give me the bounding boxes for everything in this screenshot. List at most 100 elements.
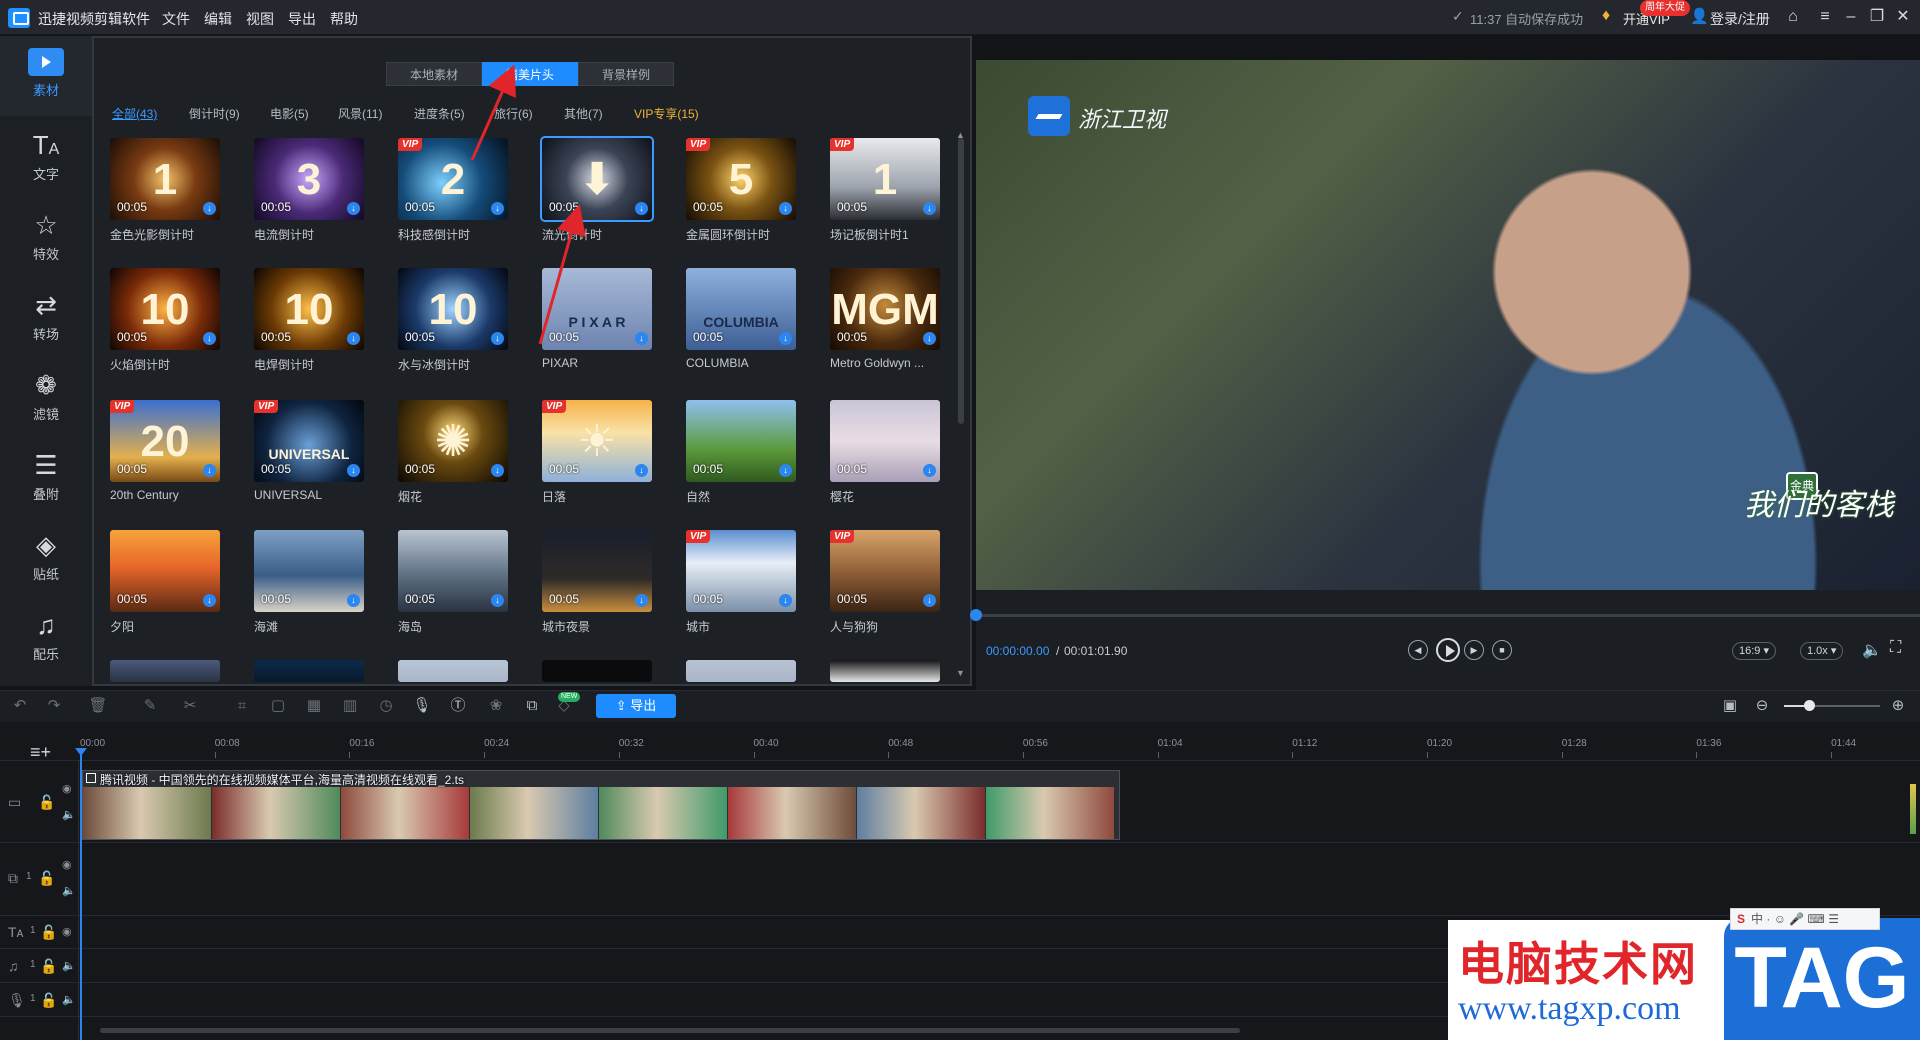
material-thumbnail[interactable]: ⬇ 00:05 ↓ [540, 136, 654, 222]
material-thumbnail[interactable]: COLUMBIA 00:05 ↓ [686, 268, 796, 350]
material-thumbnail[interactable] [398, 660, 508, 682]
crop-icon[interactable]: ⌗ [232, 696, 252, 716]
material-thumbnail[interactable]: 2 VIP 00:05 ↓ [398, 138, 508, 220]
panel-scrollbar[interactable] [958, 138, 964, 424]
scroll-up-icon[interactable]: ▲ [956, 130, 965, 140]
download-icon[interactable]: ↓ [923, 594, 936, 607]
rail-item-music[interactable]: ♫ 配乐 [0, 596, 92, 676]
fit-timeline-icon[interactable]: ▣ [1720, 696, 1740, 716]
preview-progress-bar[interactable] [976, 614, 1920, 617]
download-icon[interactable]: ↓ [347, 594, 360, 607]
undo-icon[interactable]: ↶ [10, 696, 30, 716]
home-icon[interactable]: ⌂ [1780, 5, 1806, 29]
material-thumbnail[interactable]: 00:05 ↓ [686, 400, 796, 482]
category-travel[interactable]: 旅行(6) [494, 105, 533, 122]
rail-item-overlay[interactable]: ☰ 叠附 [0, 436, 92, 516]
ime-toolbar[interactable]: S中 · ☺ 🎤 ⌨ ☰ [1730, 908, 1880, 930]
download-icon[interactable]: ↓ [347, 332, 360, 345]
material-thumbnail[interactable]: VIP 00:05 ↓ [830, 530, 940, 612]
material-thumbnail[interactable]: 00:05 ↓ [830, 400, 940, 482]
timer-icon[interactable]: ◷ [376, 696, 396, 716]
material-thumbnail[interactable]: UNIVERSAL VIP 00:05 ↓ [254, 400, 364, 482]
material-thumbnail[interactable]: P I X A R 00:05 ↓ [542, 268, 652, 350]
aspect-ratio-select[interactable]: 16:9 ▾ [1732, 642, 1776, 660]
minimize-icon[interactable]: – [1838, 5, 1864, 29]
audio-chart-icon[interactable]: ▥ [340, 696, 360, 716]
material-thumbnail[interactable]: 10 00:05 ↓ [254, 268, 364, 350]
mute-icon[interactable]: 🔈 [62, 884, 76, 897]
download-icon[interactable]: ↓ [779, 464, 792, 477]
redo-icon[interactable]: ↷ [44, 696, 64, 716]
category-scenery[interactable]: 风景(11) [338, 105, 382, 122]
download-icon[interactable]: ↓ [923, 332, 936, 345]
eye-icon[interactable]: ◉ [62, 925, 72, 938]
download-icon[interactable]: ↓ [347, 464, 360, 477]
next-frame-icon[interactable]: ▶ [1464, 640, 1484, 660]
material-thumbnail[interactable] [830, 660, 940, 682]
speed-select[interactable]: 1.0x ▾ [1800, 642, 1844, 660]
download-icon[interactable]: ↓ [347, 202, 360, 215]
material-thumbnail[interactable]: 3 00:05 ↓ [254, 138, 364, 220]
material-thumbnail[interactable]: 10 00:05 ↓ [398, 268, 508, 350]
eye-icon[interactable]: ◉ [62, 858, 72, 871]
lock-icon[interactable]: 🔓 [38, 794, 55, 811]
material-thumbnail[interactable] [110, 660, 220, 682]
rail-item-sticker[interactable]: ◈ 贴纸 [0, 516, 92, 596]
previous-frame-icon[interactable]: ◀ [1408, 640, 1428, 660]
eye-icon[interactable]: ◉ [62, 782, 72, 795]
rail-item-text[interactable]: TA 文字 [0, 116, 92, 196]
material-thumbnail[interactable]: 00:05 ↓ [398, 530, 508, 612]
category-other[interactable]: 其他(7) [564, 105, 603, 122]
category-vip[interactable]: VIP专享(15) [634, 105, 699, 122]
edit-icon[interactable]: ✎ [140, 696, 160, 716]
material-thumbnail[interactable]: 00:05 ↓ [542, 530, 652, 612]
login-link[interactable]: 登录/注册 [1710, 9, 1770, 29]
material-thumbnail[interactable]: 5 VIP 00:05 ↓ [686, 138, 796, 220]
maximize-icon[interactable]: ❐ [1864, 5, 1890, 29]
hamburger-menu-icon[interactable]: ≡ [1812, 5, 1838, 29]
scroll-down-icon[interactable]: ▼ [956, 668, 965, 678]
lock-icon[interactable]: 🔓 [40, 958, 57, 975]
tab-featured-intros[interactable]: 精美片头 [482, 62, 578, 86]
download-icon[interactable]: ↓ [635, 594, 648, 607]
material-thumbnail[interactable] [542, 660, 652, 682]
category-progress-bar[interactable]: 进度条(5) [414, 105, 465, 122]
material-thumbnail[interactable]: ✺ 00:05 ↓ [398, 400, 508, 482]
mute-icon[interactable]: 🔈 [62, 993, 76, 1006]
category-countdown[interactable]: 倒计时(9) [189, 105, 240, 122]
export-button[interactable]: ⇪ 导出 [596, 694, 676, 718]
download-icon[interactable]: ↓ [203, 464, 216, 477]
material-thumbnail[interactable]: ☀ VIP 00:05 ↓ [542, 400, 652, 482]
menu-file[interactable]: 文件 [162, 9, 190, 29]
download-icon[interactable]: ↓ [779, 202, 792, 215]
playhead-handle[interactable] [75, 748, 87, 756]
progress-knob[interactable] [970, 609, 982, 621]
material-thumbnail[interactable]: 10 00:05 ↓ [110, 268, 220, 350]
download-icon[interactable]: ↓ [203, 332, 216, 345]
rail-item-filter[interactable]: ❁ 滤镜 [0, 356, 92, 436]
play-button[interactable] [1436, 638, 1460, 662]
download-icon[interactable]: ↓ [491, 202, 504, 215]
material-thumbnail[interactable]: 1 00:05 ↓ [110, 138, 220, 220]
material-thumbnail[interactable]: MGM 00:05 ↓ [830, 268, 940, 350]
material-thumbnail[interactable]: VIP 00:05 ↓ [686, 530, 796, 612]
green-screen-icon[interactable]: ❀ [486, 696, 506, 716]
volume-icon[interactable]: 🔈 [1862, 640, 1882, 660]
material-thumbnail[interactable]: 00:05 ↓ [254, 530, 364, 612]
mosaic-icon[interactable]: ▦ [304, 696, 324, 716]
microphone-icon[interactable]: 🎙 [412, 696, 432, 716]
text-to-speech-icon[interactable]: Ⓣ [448, 696, 468, 716]
tab-local-material[interactable]: 本地素材 [386, 62, 482, 86]
download-icon[interactable]: ↓ [203, 594, 216, 607]
picture-in-picture-icon[interactable]: ⧉ [522, 696, 542, 716]
material-thumbnail[interactable]: 1 VIP 00:05 ↓ [830, 138, 940, 220]
stop-icon[interactable]: ■ [1492, 640, 1512, 660]
material-thumbnail[interactable]: 20 VIP 00:05 ↓ [110, 400, 220, 482]
download-icon[interactable]: ↓ [923, 464, 936, 477]
zoom-in-icon[interactable]: ⊕ [1888, 696, 1908, 716]
tab-background-samples[interactable]: 背景样例 [578, 62, 674, 86]
category-movie[interactable]: 电影(5) [270, 105, 309, 122]
zoom-out-icon[interactable]: ⊖ [1752, 696, 1772, 716]
delete-icon[interactable]: 🗑 [88, 696, 108, 716]
download-icon[interactable]: ↓ [635, 464, 648, 477]
